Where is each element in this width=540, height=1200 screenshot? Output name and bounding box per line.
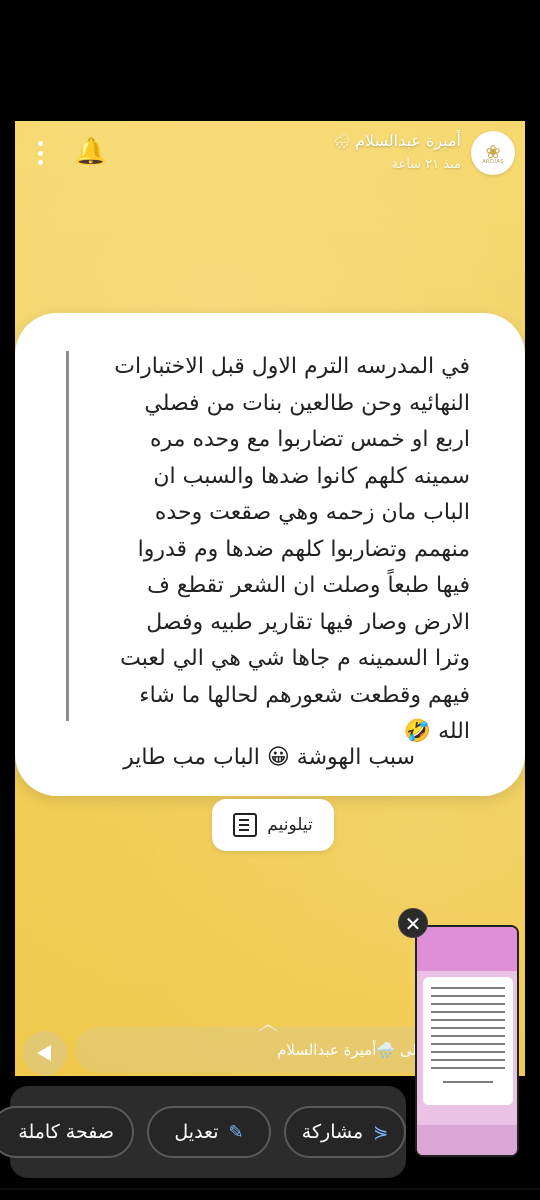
author-name[interactable]: أميرة عبدالسلام🌧 — [333, 131, 461, 150]
post-line: فيهم وقطعت شعورهم لحالها ما شاء — [139, 682, 470, 708]
post-line: النهائيه وحن طالعين بنات من فصلي — [144, 390, 470, 416]
action-bar: ⋞ مشاركة ✎ تعديل صفحة كاملة — [0, 1086, 406, 1178]
time-ago: منذ ٢١ ساعة — [391, 157, 461, 172]
full-page-label: صفحة كاملة — [18, 1121, 114, 1143]
thumbnail-line — [431, 995, 505, 997]
share-button[interactable]: ⋞ مشاركة — [284, 1106, 406, 1158]
source-label: تيلونيم — [267, 815, 313, 835]
brand-text: ARDIAS — [482, 159, 504, 165]
post-text: في المدرسه الترم الاول قبل الاختبارات ال… — [75, 349, 470, 751]
edit-button[interactable]: ✎ تعديل — [147, 1106, 271, 1158]
thumbnail-footer — [417, 1125, 517, 1155]
post-tagline: سبب الهوشة 😀 الباب مب طاير — [123, 745, 415, 770]
thumbnail-line — [431, 1067, 505, 1069]
post-line: في المدرسه الترم الاول قبل الاختبارات — [114, 354, 470, 379]
thumbnail-line — [431, 1043, 505, 1045]
post-card: في المدرسه الترم الاول قبل الاختبارات ال… — [15, 313, 525, 796]
share-label: مشاركة — [301, 1121, 364, 1143]
thumbnail-line — [431, 987, 505, 989]
post-line: وترا السمينه م جاها شي هي الي لعبت — [120, 646, 470, 671]
thumbnail-line — [431, 1027, 505, 1029]
post-line: اربع او خمس تضاربوا مع وحده مره — [150, 427, 470, 452]
post-line: الارض وصار فيها تقارير طبيه وفصل — [146, 609, 470, 635]
edit-label: تعديل — [174, 1121, 219, 1143]
post-line: فيها طبعاً وصلت ان الشعر تقطع ف — [147, 573, 470, 598]
thumbnail-line — [431, 1035, 505, 1037]
share-icon: ⋞ — [373, 1121, 389, 1143]
close-icon[interactable]: ✕ — [398, 908, 428, 938]
post-line: الباب مان زحمه وهي صقعت وحده — [154, 500, 470, 525]
source-pill[interactable]: تيلونيم — [212, 799, 334, 851]
avatar[interactable]: ❀ ARDIAS — [471, 131, 515, 175]
post-line: سمينه كلهم كانوا ضدها والسبب ان — [153, 463, 470, 489]
nav-divider — [0, 1188, 540, 1190]
reply-input[interactable]: رد على 🌧️أميرة عبدالسلام — [75, 1027, 455, 1073]
thumbnail-line — [431, 1051, 505, 1053]
thumbnail-line — [431, 1003, 505, 1005]
thumbnail-line — [431, 1011, 505, 1013]
full-page-button[interactable]: صفحة كاملة — [0, 1106, 134, 1158]
book-icon — [233, 813, 258, 837]
thumbnail-card — [423, 977, 513, 1105]
quote-bar — [66, 351, 69, 721]
story-header: ❀ ARDIAS أميرة عبدالسلام🌧 منذ ٢١ ساعة 🔔 — [15, 121, 525, 191]
thumbnail-line — [431, 1059, 505, 1061]
thumbnail-line — [443, 1081, 493, 1083]
post-line: منهمم وتضاربوا كلهم ضدها وم قدروا — [137, 536, 470, 562]
thumbnail-header — [417, 927, 517, 971]
pencil-icon: ✎ — [228, 1121, 244, 1143]
thumbnail-line — [431, 1019, 505, 1021]
more-options-icon[interactable] — [35, 141, 45, 165]
preview-thumbnail[interactable] — [415, 925, 519, 1157]
author-name-text: أميرة عبدالسلام — [355, 131, 461, 150]
send-button[interactable] — [23, 1031, 67, 1075]
bell-icon[interactable]: 🔔 — [75, 137, 107, 167]
rain-cloud-icon: 🌧 — [333, 134, 352, 150]
